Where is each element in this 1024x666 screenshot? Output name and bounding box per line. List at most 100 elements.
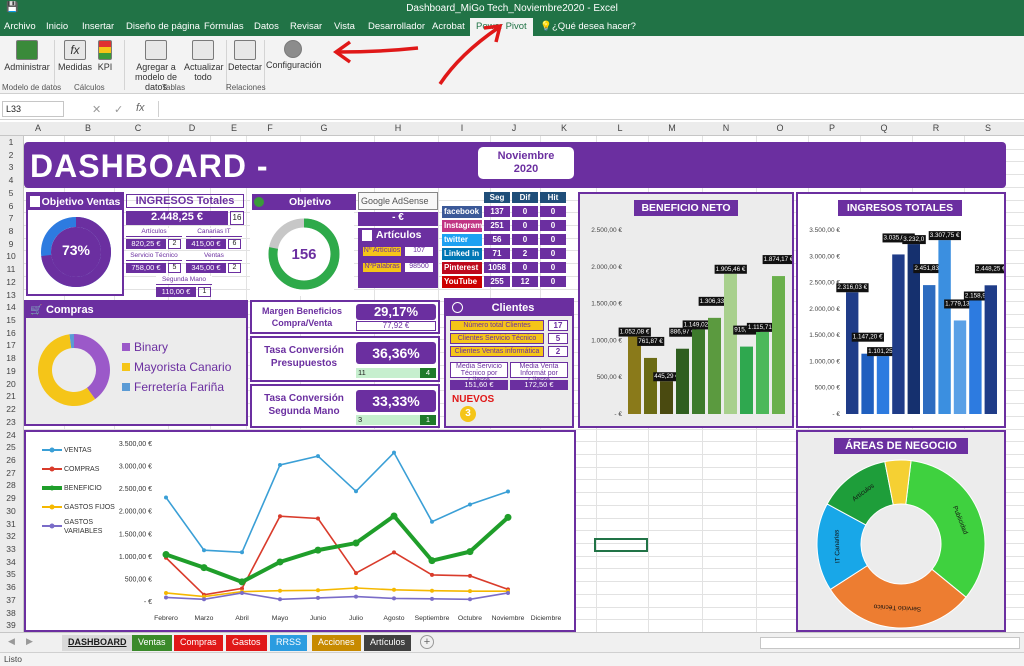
row-header-39[interactable]: 39 — [0, 620, 22, 630]
fx-insert-function[interactable]: fx — [136, 102, 145, 114]
tab-datos[interactable]: Datos — [254, 21, 279, 32]
row-header-15[interactable]: 15 — [0, 315, 22, 325]
sheet-tab-2[interactable]: Compras — [174, 635, 223, 651]
row-header-38[interactable]: 38 — [0, 608, 22, 618]
tab-revisar[interactable]: Revisar — [290, 21, 322, 32]
configuracion-button[interactable]: Configuración — [266, 40, 322, 70]
row-header-30[interactable]: 30 — [0, 506, 22, 516]
tab-formulas[interactable]: Fórmulas — [204, 21, 244, 32]
row-header-9[interactable]: 9 — [0, 239, 22, 249]
row-header-3[interactable]: 3 — [0, 162, 22, 172]
sheet-tab-5[interactable]: Acciones — [312, 635, 361, 651]
enter-icon[interactable]: ✓ — [114, 103, 123, 116]
tab-inicio[interactable]: Inicio — [46, 21, 68, 32]
column-header-s[interactable]: S — [978, 123, 998, 133]
tab-diseno[interactable]: Diseño de página — [126, 21, 200, 32]
cancel-icon[interactable]: ✕ — [92, 103, 101, 116]
worksheet[interactable]: DASHBOARD - Noviembre 2020 Objetivo Vent… — [24, 136, 1024, 632]
medidas-button[interactable]: fx Medidas — [58, 40, 92, 72]
row-header-2[interactable]: 2 — [0, 150, 22, 160]
row-header-22[interactable]: 22 — [0, 404, 22, 414]
column-header-h[interactable]: H — [388, 123, 408, 133]
row-header-37[interactable]: 37 — [0, 595, 22, 605]
sheet-tab-3[interactable]: Gastos — [226, 635, 267, 651]
social-network-4[interactable]: Pinterest — [442, 262, 482, 274]
column-header-k[interactable]: K — [554, 123, 574, 133]
row-header-14[interactable]: 14 — [0, 302, 22, 312]
column-header-i[interactable]: I — [452, 123, 472, 133]
tell-me-search[interactable]: ¿Qué desea hacer? — [552, 21, 636, 32]
row-header-13[interactable]: 13 — [0, 290, 22, 300]
row-header-21[interactable]: 21 — [0, 391, 22, 401]
scroll-right-icon[interactable]: ▶ — [26, 636, 33, 647]
row-header-6[interactable]: 6 — [0, 201, 22, 211]
detectar-button[interactable]: Detectar — [228, 40, 262, 72]
row-header-24[interactable]: 24 — [0, 430, 22, 440]
column-header-m[interactable]: M — [662, 123, 682, 133]
column-header-b[interactable]: B — [78, 123, 98, 133]
row-header-7[interactable]: 7 — [0, 213, 22, 223]
row-header-18[interactable]: 18 — [0, 353, 22, 363]
row-header-26[interactable]: 26 — [0, 455, 22, 465]
social-network-3[interactable]: Linked in — [442, 248, 482, 260]
row-header-36[interactable]: 36 — [0, 582, 22, 592]
social-value: 0 — [512, 206, 538, 217]
row-header-20[interactable]: 20 — [0, 379, 22, 389]
social-network-0[interactable]: facebook — [442, 206, 482, 218]
social-network-5[interactable]: YouTube — [442, 276, 482, 288]
row-header-32[interactable]: 32 — [0, 531, 22, 541]
row-header-33[interactable]: 33 — [0, 544, 22, 554]
row-header-19[interactable]: 19 — [0, 366, 22, 376]
column-header-q[interactable]: Q — [874, 123, 894, 133]
column-header-p[interactable]: P — [822, 123, 842, 133]
row-header-8[interactable]: 8 — [0, 226, 22, 236]
sheet-tab-1[interactable]: Ventas — [132, 635, 172, 651]
row-header-17[interactable]: 17 — [0, 340, 22, 350]
column-header-d[interactable]: D — [182, 123, 202, 133]
actualizar-todo-button[interactable]: Actualizar todo — [184, 40, 224, 82]
row-header-27[interactable]: 27 — [0, 468, 22, 478]
row-header-35[interactable]: 35 — [0, 569, 22, 579]
row-header-1[interactable]: 1 — [0, 137, 22, 147]
social-value: 0 — [512, 262, 538, 273]
horizontal-scrollbar[interactable] — [760, 637, 1020, 649]
row-header-16[interactable]: 16 — [0, 328, 22, 338]
row-header-34[interactable]: 34 — [0, 557, 22, 567]
social-value: 56 — [484, 234, 510, 245]
column-header-j[interactable]: J — [504, 123, 524, 133]
tab-insertar[interactable]: Insertar — [82, 21, 114, 32]
column-header-a[interactable]: A — [28, 123, 48, 133]
column-header-l[interactable]: L — [610, 123, 630, 133]
row-header-25[interactable]: 25 — [0, 442, 22, 452]
n-palabras-value: 98500 — [404, 262, 434, 273]
column-header-g[interactable]: G — [314, 123, 334, 133]
column-header-n[interactable]: N — [716, 123, 736, 133]
row-header-11[interactable]: 11 — [0, 264, 22, 274]
column-header-c[interactable]: C — [128, 123, 148, 133]
administrar-button[interactable]: Administrar — [4, 40, 50, 72]
row-header-28[interactable]: 28 — [0, 480, 22, 490]
sheet-tab-4[interactable]: RRSS — [270, 635, 308, 651]
row-header-23[interactable]: 23 — [0, 417, 22, 427]
sheet-tab-6[interactable]: Artículos — [364, 635, 412, 651]
tab-archivo[interactable]: Archivo — [4, 21, 36, 32]
sheet-tab-0[interactable]: DASHBOARD — [62, 635, 133, 651]
scroll-left-icon[interactable]: ◀ — [8, 636, 15, 647]
social-network-1[interactable]: Instagram — [442, 220, 482, 232]
formula-input[interactable] — [158, 101, 1020, 117]
name-box[interactable]: L33 — [2, 101, 64, 117]
column-header-f[interactable]: F — [260, 123, 280, 133]
column-header-o[interactable]: O — [770, 123, 790, 133]
row-header-31[interactable]: 31 — [0, 519, 22, 529]
row-header-4[interactable]: 4 — [0, 175, 22, 185]
row-header-29[interactable]: 29 — [0, 493, 22, 503]
add-sheet-icon[interactable]: + — [420, 635, 434, 649]
row-header-5[interactable]: 5 — [0, 188, 22, 198]
column-header-r[interactable]: R — [926, 123, 946, 133]
row-header-12[interactable]: 12 — [0, 277, 22, 287]
column-header-e[interactable]: E — [224, 123, 244, 133]
selected-cell[interactable] — [594, 538, 648, 552]
row-header-10[interactable]: 10 — [0, 251, 22, 261]
kpi-button[interactable]: KPI — [94, 40, 116, 72]
social-network-2[interactable]: twitter — [442, 234, 482, 246]
